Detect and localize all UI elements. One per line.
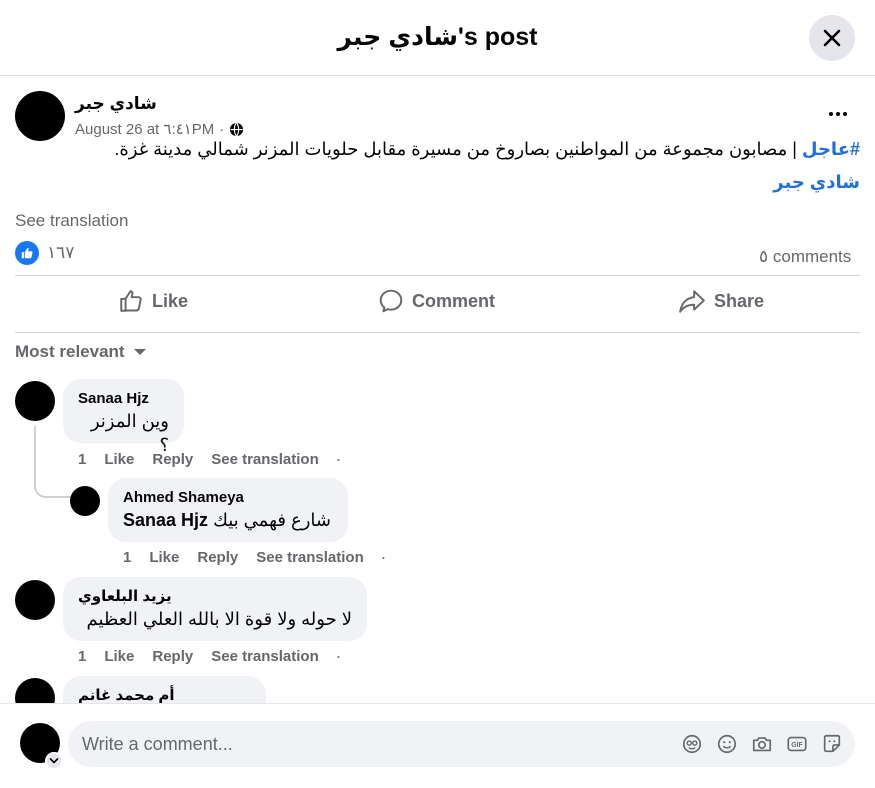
comment-reply-button[interactable]: Reply [197, 549, 238, 566]
reactions-summary[interactable]: ١٦٧ [15, 241, 74, 265]
comment-reply-button[interactable]: Reply [152, 648, 193, 665]
comment-mention[interactable]: Sanaa Hjz [123, 510, 208, 530]
author-avatar[interactable] [15, 91, 65, 141]
comment-text: لا حوله ولا قوة الا بالله العلي العظيم [86, 609, 352, 629]
sticker-button[interactable] [820, 732, 844, 756]
post-dialog-header: شادي جبر's post [0, 0, 875, 76]
more-options-button[interactable] [820, 100, 856, 128]
comment-author[interactable]: يزيد البلعاوي [78, 587, 352, 607]
gif-button[interactable]: GIF [785, 732, 809, 756]
thumbs-up-outline-icon [120, 290, 142, 312]
comment-time[interactable]: 1 [78, 451, 86, 468]
comment-time[interactable]: 1 [123, 549, 131, 566]
gif-icon: GIF [787, 736, 807, 752]
comments-count[interactable]: ٥ comments [759, 245, 859, 269]
divider [15, 332, 860, 333]
chevron-down-icon [49, 758, 59, 764]
like-label: Like [152, 290, 189, 311]
more-dot-icon [829, 112, 833, 116]
globe-icon [230, 122, 244, 136]
more-dot-icon [843, 112, 847, 116]
separator-dot: · [381, 550, 386, 565]
comment-reply-text: شارع فهمي بيك [213, 510, 331, 530]
like-button[interactable]: Like [118, 286, 188, 316]
comment-actions: 1 Like Reply See translation · [78, 451, 341, 468]
thumbs-up-icon [21, 247, 33, 259]
share-label: Share [714, 290, 765, 311]
like-reaction-badge [15, 241, 39, 265]
photo-button[interactable] [750, 732, 774, 756]
sticker-icon [823, 734, 841, 753]
comment-see-translation[interactable]: See translation [211, 648, 319, 665]
avatar-sticker-button[interactable] [680, 732, 704, 756]
post-date[interactable]: August 26 at ٦:٤١PM [75, 120, 214, 138]
comment-icon [379, 289, 403, 313]
commenter-avatar[interactable] [15, 381, 55, 421]
dialog-title: شادي جبر's post [337, 23, 538, 51]
comment-like-button[interactable]: Like [104, 451, 134, 468]
reaction-count: ١٦٧ [47, 243, 75, 262]
comment-author[interactable]: Sanaa Hjz [78, 389, 169, 409]
comment-text: Sanaa Hjz شارع فهمي بيك [123, 508, 333, 532]
post-author-name[interactable]: شادي جبر [75, 94, 157, 114]
comment-like-button[interactable]: Like [104, 648, 134, 665]
svg-text:GIF: GIF [791, 742, 802, 749]
comment-see-translation[interactable]: See translation [211, 451, 319, 468]
share-icon [679, 290, 705, 313]
sort-label: Most relevant [15, 342, 125, 361]
comment-label: Comment [412, 290, 496, 311]
comment-reply-button[interactable]: Reply [152, 451, 193, 468]
account-switch-badge[interactable] [45, 752, 63, 770]
commenter-avatar[interactable] [70, 486, 100, 516]
comment-sort-dropdown[interactable]: Most relevant [15, 342, 147, 362]
comment-input[interactable] [82, 721, 662, 767]
camera-icon [752, 737, 772, 752]
comment-bubble: يزيد البلعاوي لا حوله ولا قوة الا بالله … [63, 577, 367, 641]
emoji-icon [717, 734, 737, 754]
comment-actions: 1 Like Reply See translation · [123, 549, 386, 566]
comment-button[interactable]: Comment [378, 286, 495, 316]
meta-separator: · [219, 120, 225, 138]
caret-down-icon [133, 349, 146, 355]
post-meta: August 26 at ٦:٤١PM · [75, 120, 244, 138]
emoji-button[interactable] [715, 732, 739, 756]
commenter-avatar[interactable] [15, 580, 55, 620]
separator-dot: · [336, 649, 341, 664]
avatar-sticker-icon [682, 734, 702, 754]
comment-actions: 1 Like Reply See translation · [78, 648, 341, 665]
reply-thread-line [34, 426, 72, 498]
comment-input-box: GIF [68, 721, 855, 767]
post-body: #عاجل | مصابون مجموعة من المواطنين بصارو… [100, 137, 860, 161]
post-body-text: | مصابون مجموعة من المواطنين بصاروخ من م… [114, 139, 802, 159]
comment-like-button[interactable]: Like [149, 549, 179, 566]
post-hashtag[interactable]: #عاجل [802, 139, 860, 159]
comment-text: وين المزنر ؟ [90, 411, 169, 455]
see-translation-link[interactable]: See translation [15, 211, 128, 231]
comment-author[interactable]: Ahmed Shameya [123, 488, 333, 508]
comment-bubble: Sanaa Hjz وين المزنر ؟ [63, 379, 184, 455]
close-button[interactable] [809, 15, 855, 61]
divider [15, 275, 860, 276]
separator-dot: · [336, 452, 341, 467]
close-icon [823, 29, 841, 47]
post-mention[interactable]: شادي جبر [773, 172, 860, 193]
more-dot-icon [836, 112, 840, 116]
comment-see-translation[interactable]: See translation [256, 549, 364, 566]
comment-time[interactable]: 1 [78, 648, 86, 665]
comment-bubble: Ahmed Shameya Sanaa Hjz شارع فهمي بيك [108, 478, 348, 542]
share-button[interactable]: Share [678, 286, 764, 316]
